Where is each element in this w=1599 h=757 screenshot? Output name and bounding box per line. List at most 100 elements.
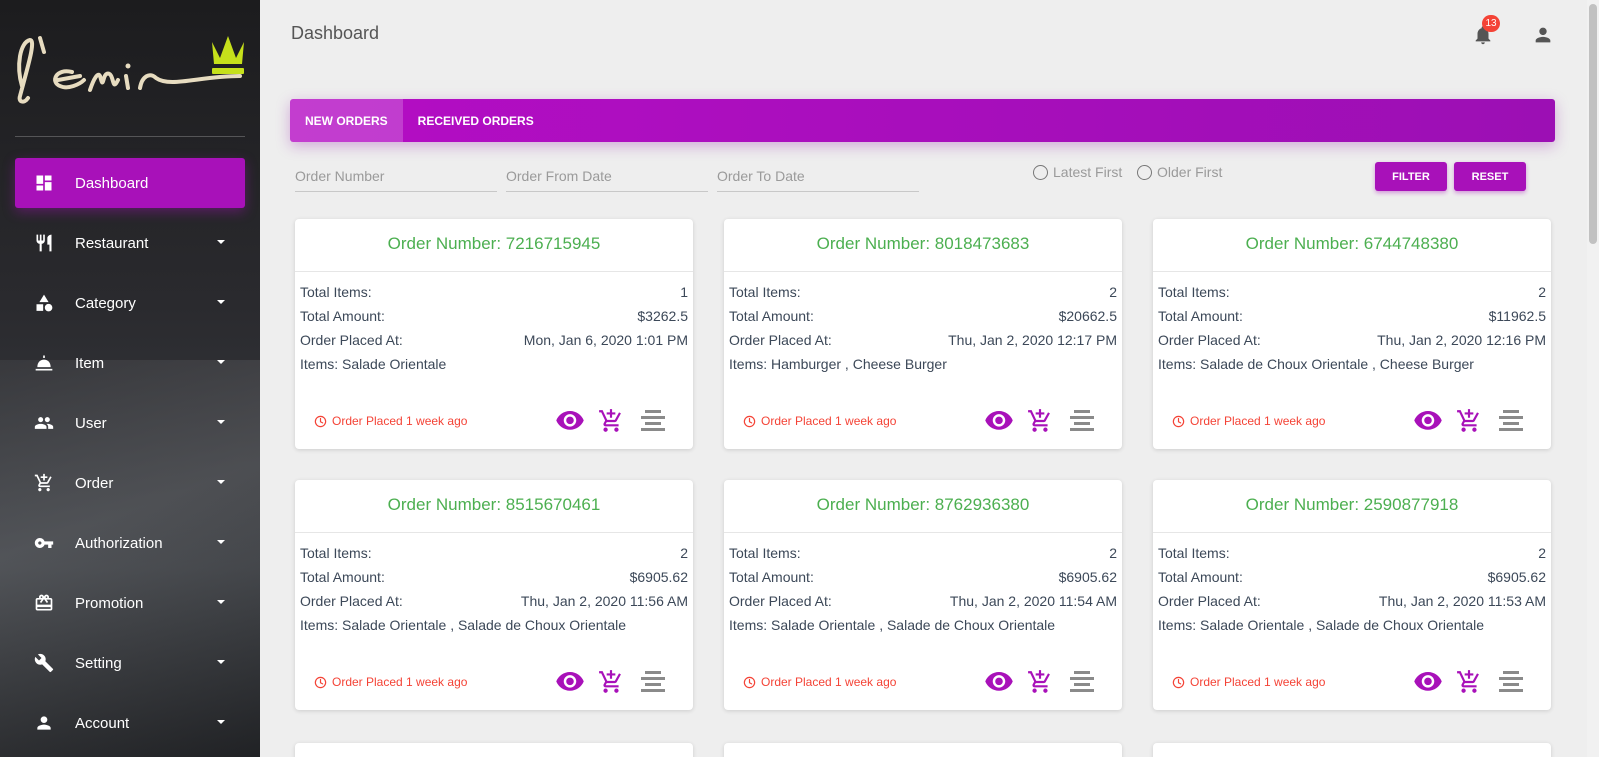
order-details-button[interactable] [1496, 407, 1526, 435]
placed-at-label: Order Placed At: [300, 593, 403, 609]
items-label: Items: [1158, 356, 1201, 372]
order-details: Total Items: 2 Total Amount: $11962.5 Or… [1153, 272, 1551, 376]
order-number-title[interactable]: Order Number: 8018473683 [724, 219, 1122, 272]
latest-first-label: Latest First [1053, 164, 1123, 180]
placed-ago: Order Placed 1 week ago [314, 414, 467, 428]
order-card-footer: Order Placed 1 week ago [724, 658, 1122, 710]
order-details: Total Items: 2 Total Amount: $6905.62 Or… [724, 533, 1122, 637]
placed-ago-text: Order Placed 1 week ago [761, 414, 897, 428]
eye-icon [1414, 411, 1442, 430]
order-details-button[interactable] [1496, 668, 1526, 696]
total-amount-label: Total Amount: [300, 308, 385, 324]
total-amount-value: $11962.5 [1488, 308, 1546, 324]
align-center-icon [1499, 410, 1523, 431]
order-details-button[interactable] [638, 407, 668, 435]
order-number: 8515670461 [505, 495, 601, 514]
order-number-title[interactable]: Order Number: 8515670461 [295, 480, 693, 533]
order-card-footer: Order Placed 1 week ago [1153, 397, 1551, 449]
sidebar-item-restaurant[interactable]: Restaurant [15, 218, 245, 268]
wrench-icon [33, 652, 55, 674]
order-from-date-input[interactable] [506, 162, 708, 190]
total-amount-label: Total Amount: [300, 569, 385, 585]
chevron-down-icon [217, 480, 225, 484]
placed-ago-text: Order Placed 1 week ago [1190, 414, 1326, 428]
older-first-label: Older First [1157, 164, 1223, 180]
order-number-prefix: Order Number: [387, 495, 506, 514]
order-details-button[interactable] [1067, 668, 1097, 696]
placed-ago: Order Placed 1 week ago [314, 675, 467, 689]
view-order-button[interactable] [1413, 407, 1443, 435]
scrollbar-thumb[interactable] [1589, 4, 1597, 244]
receive-order-button[interactable] [596, 407, 626, 435]
sidebar-item-promotion[interactable]: Promotion [15, 578, 245, 628]
items-row: Items: Salade Orientale [300, 352, 688, 376]
cart-icon [33, 472, 55, 494]
receive-order-button[interactable] [1025, 668, 1055, 696]
sidebar-item-setting[interactable]: Setting [15, 638, 245, 688]
sidebar-item-order[interactable]: Order [15, 458, 245, 508]
restaurant-icon [33, 232, 55, 254]
total-amount-row: Total Amount: $3262.5 [300, 304, 688, 328]
eye-icon [556, 411, 584, 430]
older-first-radio[interactable]: Older First [1137, 164, 1222, 180]
tab-new-orders[interactable]: NEW ORDERS [290, 99, 403, 142]
receive-order-button[interactable] [1025, 407, 1055, 435]
placed-at-label: Order Placed At: [1158, 332, 1261, 348]
order-number-title[interactable]: Order Number: 7216715945 [295, 219, 693, 272]
receive-order-button[interactable] [1454, 668, 1484, 696]
order-number-input[interactable] [295, 162, 497, 190]
user-menu-button[interactable] [1532, 24, 1554, 46]
receive-order-button[interactable] [596, 668, 626, 696]
sidebar-item-authorization[interactable]: Authorization [15, 518, 245, 568]
order-card: Order Number: 6744748380 Total Items: 2 … [1153, 219, 1551, 449]
order-number-title[interactable]: Order Number: 6744748380 [1153, 219, 1551, 272]
sidebar-item-dashboard[interactable]: Dashboard [15, 158, 245, 208]
add-to-cart-icon [599, 670, 621, 693]
page-scrollbar[interactable] [1587, 0, 1599, 757]
item-icon [33, 352, 55, 374]
order-details-button[interactable] [1067, 407, 1097, 435]
sidebar-item-category[interactable]: Category [15, 278, 245, 328]
clock-icon [314, 415, 327, 427]
sidebar-item-user[interactable]: User [15, 398, 245, 448]
key-icon [33, 532, 55, 554]
receive-order-button[interactable] [1454, 407, 1484, 435]
tab-received-orders[interactable]: RECEIVED ORDERS [403, 99, 549, 142]
view-order-button[interactable] [984, 407, 1014, 435]
placed-ago: Order Placed 1 week ago [743, 675, 896, 689]
logo[interactable] [10, 26, 250, 116]
order-card-footer: Order Placed 1 week ago [295, 397, 693, 449]
order-number: 7216715945 [505, 234, 601, 253]
items-label: Items: [300, 356, 343, 372]
sidebar-item-item[interactable]: Item [15, 338, 245, 388]
order-number-title[interactable]: Order Number: 2590877918 [1153, 480, 1551, 533]
view-order-button[interactable] [555, 407, 585, 435]
view-order-button[interactable] [1413, 668, 1443, 696]
items-row: Items: Salade Orientale , Salade de Chou… [300, 613, 688, 637]
order-card: Order Number: 7216715945 Total Items: 1 … [295, 219, 693, 449]
sidebar: Dashboard Restaurant Category Item User … [0, 0, 260, 757]
view-order-button[interactable] [984, 668, 1014, 696]
items-value: Salade Orientale , Salade de Choux Orien… [1200, 617, 1485, 633]
order-details: Total Items: 2 Total Amount: $6905.62 Or… [1153, 533, 1551, 637]
order-details-button[interactable] [638, 668, 668, 696]
sidebar-item-account[interactable]: Account [15, 698, 245, 748]
order-card: Order Number: 8515670461 Total Items: 2 … [295, 480, 693, 710]
reset-button[interactable]: RESET [1454, 162, 1526, 191]
order-card-partial [1153, 743, 1551, 757]
add-to-cart-icon [599, 409, 621, 432]
add-to-cart-icon [1457, 409, 1479, 432]
latest-first-radio[interactable]: Latest First [1033, 164, 1122, 180]
total-amount-value: $6905.62 [1058, 569, 1117, 585]
align-center-icon [1070, 671, 1094, 692]
total-items-label: Total Items: [300, 284, 372, 300]
view-order-button[interactable] [555, 668, 585, 696]
sidebar-item-label: Item [75, 354, 105, 372]
order-to-date-input[interactable] [717, 162, 919, 190]
order-number: 6744748380 [1363, 234, 1459, 253]
total-amount-label: Total Amount: [729, 569, 814, 585]
filter-button[interactable]: FILTER [1375, 162, 1447, 191]
placed-at-value: Thu, Jan 2, 2020 11:56 AM [520, 593, 688, 609]
order-number-title[interactable]: Order Number: 8762936380 [724, 480, 1122, 533]
total-amount-row: Total Amount: $6905.62 [729, 565, 1117, 589]
